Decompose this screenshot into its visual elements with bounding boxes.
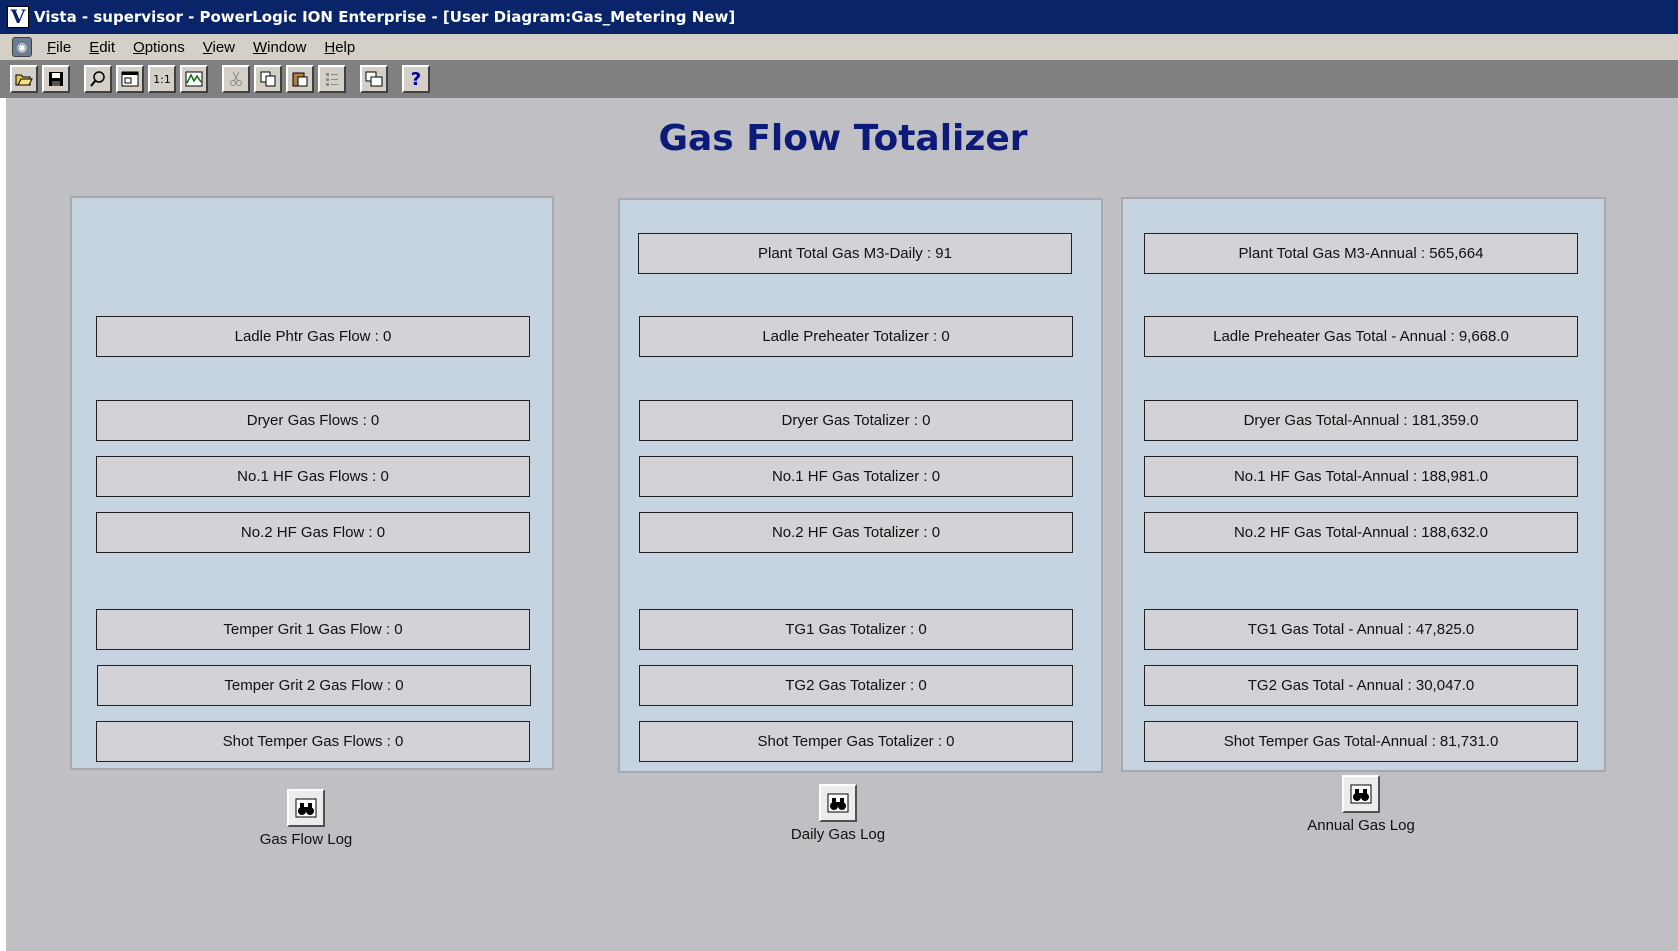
- tg1-gas-totalizer-field[interactable]: TG1 Gas Totalizer : 0: [639, 609, 1073, 650]
- binoculars-icon: [1342, 775, 1380, 813]
- tg1-gas-total-annual-field[interactable]: TG1 Gas Total - Annual : 47,825.0: [1144, 609, 1578, 650]
- no1-hf-gas-total-annual-field[interactable]: No.1 HF Gas Total-Annual : 188,981.0: [1144, 456, 1578, 497]
- shot-temper-gas-total-annual-field[interactable]: Shot Temper Gas Total-Annual : 81,731.0: [1144, 721, 1578, 762]
- tg2-gas-total-annual-field[interactable]: TG2 Gas Total - Annual : 30,047.0: [1144, 665, 1578, 706]
- menu-edit[interactable]: Edit: [80, 39, 124, 56]
- daily-gas-log-button[interactable]: Daily Gas Log: [788, 784, 888, 843]
- daily-gas-log-label: Daily Gas Log: [790, 826, 886, 843]
- dryer-gas-totalizer-field[interactable]: Dryer Gas Totalizer : 0: [639, 400, 1073, 441]
- chart-icon[interactable]: [180, 65, 208, 93]
- actual-size-icon[interactable]: 1:1: [148, 65, 176, 93]
- toolbar: 1:1 ?: [0, 60, 1678, 98]
- menu-options[interactable]: Options: [124, 39, 194, 56]
- plant-total-gas-daily-field[interactable]: Plant Total Gas M3-Daily : 91: [638, 233, 1072, 274]
- open-folder-icon[interactable]: [10, 65, 38, 93]
- menu-window[interactable]: Window: [244, 39, 315, 56]
- magnifier-icon[interactable]: [84, 65, 112, 93]
- no2-hf-gas-flow-field[interactable]: No.2 HF Gas Flow : 0: [96, 512, 530, 553]
- ladle-phtr-gas-flow-field[interactable]: Ladle Phtr Gas Flow : 0: [96, 316, 530, 357]
- help-icon[interactable]: ?: [402, 65, 430, 93]
- plant-total-gas-annual-field[interactable]: Plant Total Gas M3-Annual : 565,664: [1144, 233, 1578, 274]
- document-window-icon[interactable]: ◉: [12, 37, 32, 57]
- diagram-title: Gas Flow Totalizer: [658, 118, 1028, 159]
- save-disk-icon[interactable]: [42, 65, 70, 93]
- menu-help[interactable]: Help: [315, 39, 364, 56]
- window-title: Vista - supervisor - PowerLogic ION Ente…: [34, 8, 736, 26]
- cut-icon[interactable]: [222, 65, 250, 93]
- menu-view[interactable]: View: [194, 39, 244, 56]
- shot-temper-gas-totalizer-field[interactable]: Shot Temper Gas Totalizer : 0: [639, 721, 1073, 762]
- binoculars-icon: [819, 784, 857, 822]
- title-bar: V Vista - supervisor - PowerLogic ION En…: [0, 0, 1678, 34]
- binoculars-icon: [287, 789, 325, 827]
- temper-grit2-gas-flow-field[interactable]: Temper Grit 2 Gas Flow : 0: [97, 665, 531, 706]
- no1-hf-gas-totalizer-field[interactable]: No.1 HF Gas Totalizer : 0: [639, 456, 1073, 497]
- no2-hf-gas-total-annual-field[interactable]: No.2 HF Gas Total-Annual : 188,632.0: [1144, 512, 1578, 553]
- gas-flow-log-label: Gas Flow Log: [259, 831, 353, 848]
- annual-gas-log-button[interactable]: Annual Gas Log: [1307, 775, 1415, 834]
- fit-window-icon[interactable]: [116, 65, 144, 93]
- annual-gas-log-label: Annual Gas Log: [1307, 817, 1415, 834]
- ladle-preheater-gas-total-annual-field[interactable]: Ladle Preheater Gas Total - Annual : 9,6…: [1144, 316, 1578, 357]
- no2-hf-gas-totalizer-field[interactable]: No.2 HF Gas Totalizer : 0: [639, 512, 1073, 553]
- tg2-gas-totalizer-field[interactable]: TG2 Gas Totalizer : 0: [639, 665, 1073, 706]
- temper-grit1-gas-flow-field[interactable]: Temper Grit 1 Gas Flow : 0: [96, 609, 530, 650]
- dryer-gas-total-annual-field[interactable]: Dryer Gas Total-Annual : 181,359.0: [1144, 400, 1578, 441]
- paste-icon[interactable]: [286, 65, 314, 93]
- gas-flow-log-button[interactable]: Gas Flow Log: [256, 789, 356, 848]
- shot-temper-gas-flows-field[interactable]: Shot Temper Gas Flows : 0: [96, 721, 530, 762]
- window-switch-icon[interactable]: [360, 65, 388, 93]
- dryer-gas-flows-field[interactable]: Dryer Gas Flows : 0: [96, 400, 530, 441]
- copy-icon[interactable]: [254, 65, 282, 93]
- vista-app-icon[interactable]: V: [7, 6, 29, 28]
- menu-file[interactable]: File: [38, 39, 80, 56]
- ladle-preheater-totalizer-field[interactable]: Ladle Preheater Totalizer : 0: [639, 316, 1073, 357]
- menu-bar: ◉ File Edit Options View Window Help: [0, 34, 1678, 60]
- no1-hf-gas-flows-field[interactable]: No.1 HF Gas Flows : 0: [96, 456, 530, 497]
- window-frame-edge: [0, 98, 6, 951]
- properties-icon[interactable]: [318, 65, 346, 93]
